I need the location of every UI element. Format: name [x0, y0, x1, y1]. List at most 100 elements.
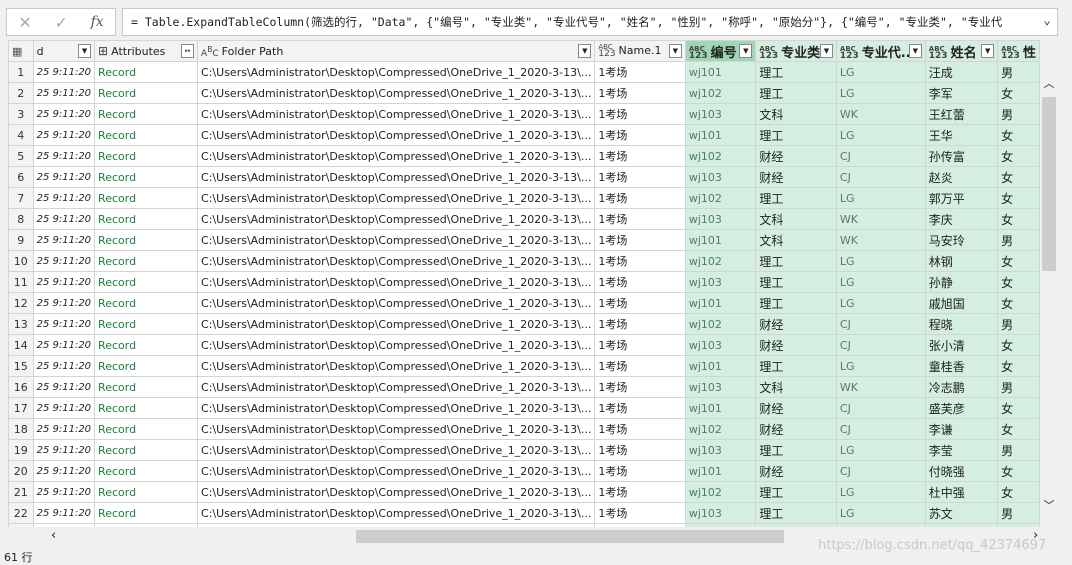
table-cell: 25 9:11:20 — [32, 208, 96, 230]
table-row[interactable]: 2 25 9:11:20 Record C:\Users\Administrator\… — [8, 82, 1040, 104]
table-row[interactable]: 1 25 9:11:20 Record C:\Users\Administrator\… — [8, 61, 1040, 83]
table-cell[interactable]: Record — [94, 229, 199, 251]
vertical-scroll-thumb[interactable] — [1042, 97, 1056, 271]
table-cell[interactable]: Record — [94, 166, 199, 188]
table-cell[interactable]: Record — [94, 187, 199, 209]
table-cell[interactable]: Record — [94, 460, 199, 482]
table-cell[interactable]: Record — [94, 481, 199, 503]
table-row[interactable]: 17 25 9:11:20 Record C:\Users\Administrator… — [8, 397, 1040, 419]
table-row[interactable]: 20 25 9:11:20 Record C:\Users\Administrator… — [8, 460, 1040, 482]
any-type-icon[interactable]: ABC 123 — [759, 46, 778, 61]
table-row[interactable]: 7 25 9:11:20 Record C:\Users\Administrator\… — [8, 187, 1040, 209]
vertical-scrollbar[interactable]: ︿ ﹀ — [1040, 61, 1058, 527]
filter-dropdown-icon[interactable]: ▼ — [908, 44, 922, 58]
table-cell[interactable]: Record — [94, 208, 199, 230]
table-cell[interactable]: Record — [94, 397, 199, 419]
filter-dropdown-icon[interactable]: ▼ — [981, 44, 995, 58]
table-row[interactable]: 18 25 9:11:20 Record C:\Users\Administrator… — [8, 418, 1040, 440]
formula-text: = Table.ExpandTableColumn(筛选的行, "Data", … — [131, 15, 1003, 29]
table-row[interactable]: 6 25 9:11:20 Record C:\Users\Administrator\… — [8, 166, 1040, 188]
table-row[interactable]: 14 25 9:11:20 Record C:\Users\Administrator… — [8, 334, 1040, 356]
table-cell[interactable]: Record — [94, 355, 199, 377]
column-header[interactable]: ⊞ Attributes ↔ — [94, 40, 199, 62]
formula-input[interactable]: = Table.ExpandTableColumn(筛选的行, "Data", … — [122, 8, 1058, 36]
table-cell: 理工 — [755, 61, 837, 83]
table-cell: 财经 — [755, 166, 837, 188]
any-type-icon[interactable]: ABC 123 — [1001, 46, 1020, 61]
table-cell: 25 9:11:20 — [32, 166, 96, 188]
table-cell[interactable]: Record — [94, 439, 199, 461]
table-cell: 女 — [997, 397, 1040, 419]
table-cell: wj101 — [684, 124, 757, 146]
table-cell[interactable]: Record — [94, 334, 199, 356]
table-menu-icon[interactable]: ▦ — [8, 40, 34, 62]
table-cell[interactable]: Record — [94, 124, 199, 146]
table-row[interactable]: 4 25 9:11:20 Record C:\Users\Administrator\… — [8, 124, 1040, 146]
table-cell[interactable]: Record — [94, 313, 199, 335]
table-row[interactable]: 10 25 9:11:20 Record C:\Users\Administrator… — [8, 250, 1040, 272]
table-cell[interactable]: Record — [94, 271, 199, 293]
check-icon[interactable]: ✓ — [54, 13, 67, 32]
column-header[interactable]: ABC Folder Path ▼ — [197, 40, 596, 62]
column-header[interactable]: ABC 123 专业类 ▼ — [755, 40, 837, 62]
table-cell[interactable]: Record — [94, 61, 199, 83]
column-header[interactable]: ABC 123 专业代... ▼ — [835, 40, 926, 62]
any-type-icon[interactable]: ABC 123 — [689, 46, 708, 61]
filter-dropdown-icon[interactable]: ▼ — [78, 44, 92, 58]
table-row[interactable]: 3 25 9:11:20 Record C:\Users\Administrator\… — [8, 103, 1040, 125]
any-type-icon[interactable]: ABC 123 — [840, 46, 859, 61]
chevron-down-icon[interactable]: ⌄ — [1043, 13, 1051, 28]
table-cell[interactable]: Record — [94, 376, 199, 398]
table-cell: 女 — [997, 418, 1040, 440]
table-row[interactable]: 19 25 9:11:20 Record C:\Users\Administrator… — [8, 439, 1040, 461]
chevron-down-icon[interactable]: ﹀ — [1040, 497, 1058, 513]
any-type-icon[interactable]: ABC 123 — [929, 46, 948, 61]
text-type-icon[interactable]: ABC — [201, 45, 219, 58]
chevron-left-icon[interactable]: ‹ — [51, 528, 56, 543]
table-cell[interactable]: Record — [94, 418, 199, 440]
table-cell: 盛芙彦 — [924, 397, 999, 419]
table-cell[interactable]: Record — [94, 103, 199, 125]
table-type-icon[interactable]: ⊞ — [98, 45, 108, 57]
filter-dropdown-icon[interactable]: ▼ — [668, 44, 682, 58]
table-row[interactable]: 13 25 9:11:20 Record C:\Users\Administrator… — [8, 313, 1040, 335]
x-icon[interactable]: ✕ — [18, 13, 31, 32]
table-row[interactable]: 15 25 9:11:20 Record C:\Users\Administrator… — [8, 355, 1040, 377]
table-cell[interactable]: Record — [94, 145, 199, 167]
table-cell: wj102 — [684, 418, 757, 440]
table-row[interactable]: 21 25 9:11:20 Record C:\Users\Administrator… — [8, 481, 1040, 503]
table-row[interactable]: 9 25 9:11:20 Record C:\Users\Administrator\… — [8, 229, 1040, 251]
filter-dropdown-icon[interactable]: ▼ — [578, 44, 592, 58]
table-cell[interactable]: Record — [94, 292, 199, 314]
horizontal-scroll-thumb[interactable] — [356, 530, 784, 543]
table-row[interactable]: 22 25 9:11:20 Record C:\Users\Administrator… — [8, 502, 1040, 524]
column-header[interactable]: ABC 123 编号 ▼ — [684, 40, 757, 62]
table-cell[interactable]: Record — [94, 82, 199, 104]
table-cell: 女 — [997, 124, 1040, 146]
table-row[interactable]: 12 25 9:11:20 Record C:\Users\Administrator… — [8, 292, 1040, 314]
any-type-icon[interactable]: ABC 123 — [598, 44, 615, 59]
column-header[interactable]: ABC 123 Name.1 ▼ — [594, 40, 686, 62]
table-row[interactable]: 8 25 9:11:20 Record C:\Users\Administrator\… — [8, 208, 1040, 230]
table-cell: C:\Users\Administrator\Desktop\Compresse… — [197, 481, 596, 503]
table-cell: 25 9:11:20 — [32, 61, 96, 83]
expand-icon[interactable]: ↔ — [181, 44, 195, 58]
table-row[interactable]: 16 25 9:11:20 Record C:\Users\Administrator… — [8, 376, 1040, 398]
table-row[interactable]: 5 25 9:11:20 Record C:\Users\Administrator\… — [8, 145, 1040, 167]
table-cell: 女 — [997, 166, 1040, 188]
table-cell: WK — [835, 103, 926, 125]
chevron-up-icon[interactable]: ︿ — [1040, 75, 1058, 91]
filter-dropdown-icon[interactable]: ▼ — [739, 44, 753, 58]
table-cell[interactable]: Record — [94, 250, 199, 272]
column-header[interactable]: ABC 123 姓名 ▼ — [924, 40, 999, 62]
fx-icon[interactable]: fx — [91, 14, 104, 30]
table-cell: 1考场 — [594, 397, 686, 419]
table-cell[interactable]: Record — [94, 502, 199, 524]
table-cell: LG — [835, 187, 926, 209]
column-header[interactable]: d ▼ — [32, 40, 96, 62]
table-cell: wj102 — [684, 481, 757, 503]
table-cell: 理工 — [755, 271, 837, 293]
column-header[interactable]: ABC 123 性 — [997, 40, 1040, 62]
filter-dropdown-icon[interactable]: ▼ — [819, 44, 833, 58]
table-row[interactable]: 11 25 9:11:20 Record C:\Users\Administrator… — [8, 271, 1040, 293]
